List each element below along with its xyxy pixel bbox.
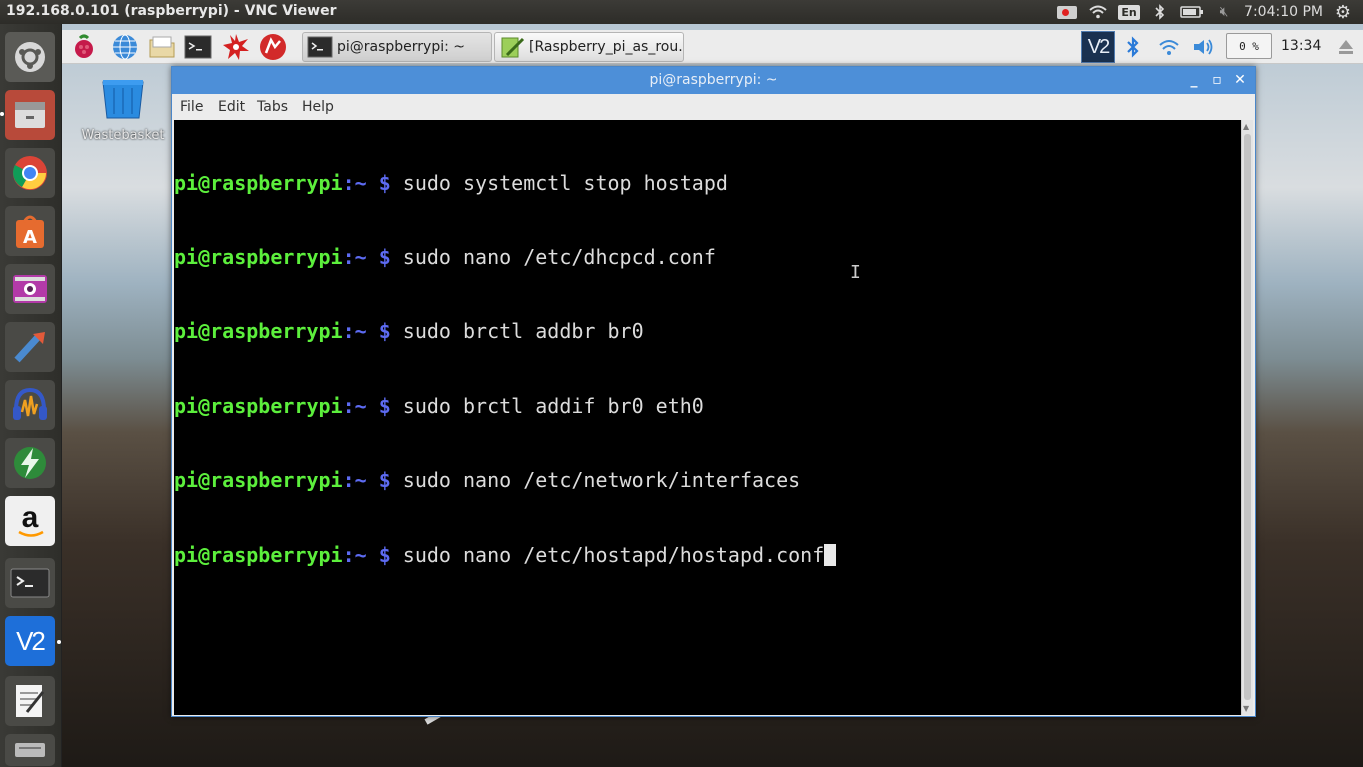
terminal-title: pi@raspberrypi: ~ xyxy=(649,72,778,88)
prompt-path: :~ $ xyxy=(342,542,403,567)
terminal-scrollbar[interactable]: ▲ ▼ xyxy=(1241,120,1253,715)
bluetooth-icon[interactable] xyxy=(1149,0,1171,24)
window-title: 192.168.0.101 (raspberrypi) - VNC Viewer xyxy=(6,3,337,19)
terminal-titlebar[interactable]: pi@raspberrypi: ~ _ ▫ ✕ xyxy=(172,67,1255,94)
chrome-icon[interactable] xyxy=(5,148,55,198)
menu-edit[interactable]: Edit xyxy=(218,99,245,115)
drive-icon[interactable] xyxy=(5,734,55,766)
host-topbar: 192.168.0.101 (raspberrypi) - VNC Viewer… xyxy=(0,0,1363,24)
terminal-menubar: File Edit Tabs Help xyxy=(172,94,1255,120)
bluetooth-icon[interactable] xyxy=(1119,33,1147,61)
tool-icon[interactable] xyxy=(5,322,55,372)
command-text: sudo systemctl stop hostapd xyxy=(402,170,728,195)
wolfram-icon[interactable] xyxy=(259,33,287,61)
text-cursor xyxy=(824,543,837,566)
settings-gear-icon[interactable]: ⚙ xyxy=(1332,0,1354,24)
maximize-button[interactable]: ▫ xyxy=(1207,70,1227,90)
task-document[interactable]: [Raspberry_pi_as_rou... xyxy=(494,32,684,62)
prompt-path: :~ $ xyxy=(342,244,403,269)
svg-text:A: A xyxy=(23,227,37,248)
prompt-user: pi@raspberrypi xyxy=(174,319,343,344)
cpu-usage-value: 0 % xyxy=(1239,39,1259,53)
prompt-path: :~ $ xyxy=(342,468,403,493)
eject-icon[interactable] xyxy=(1332,33,1360,61)
vnc-server-glyph: V2 xyxy=(1087,35,1111,58)
clock[interactable]: 7:04:10 PM xyxy=(1244,0,1323,24)
prompt-user: pi@raspberrypi xyxy=(174,393,343,418)
close-button[interactable]: ✕ xyxy=(1230,70,1250,90)
amazon-glyph: a xyxy=(21,501,39,534)
command-text: sudo nano /etc/network/interfaces xyxy=(402,468,801,493)
menu-tabs[interactable]: Tabs xyxy=(257,99,288,115)
terminal-current-line[interactable]: pi@raspberrypi:~ $ sudo nano /etc/hostap… xyxy=(174,543,1242,568)
task-terminal[interactable]: pi@raspberrypi: ~ xyxy=(302,32,492,62)
amazon-icon[interactable]: a xyxy=(5,496,55,546)
prompt-user: pi@raspberrypi xyxy=(174,542,343,567)
text-editor-icon[interactable] xyxy=(5,676,55,726)
file-manager-icon[interactable] xyxy=(148,33,176,61)
files-icon[interactable] xyxy=(5,90,55,140)
mouse-ibeam-cursor-icon: I xyxy=(850,262,861,283)
trash-icon xyxy=(102,80,144,119)
vnc-viewer-icon[interactable]: V2 xyxy=(5,616,55,666)
terminal-line: pi@raspberrypi:~ $ sudo nano /etc/networ… xyxy=(174,468,1242,493)
software-center-icon[interactable]: A xyxy=(5,206,55,256)
wifi-icon[interactable] xyxy=(1155,33,1183,61)
scroll-down-arrow-icon[interactable]: ▼ xyxy=(1243,704,1249,713)
prompt-path: :~ $ xyxy=(342,393,403,418)
task-document-label: [Raspberry_pi_as_rou... xyxy=(529,39,684,55)
command-text: sudo brctl addbr br0 xyxy=(402,319,644,344)
prompt-path: :~ $ xyxy=(342,319,403,344)
launcher-active-pip xyxy=(0,112,4,116)
vnc-glyph: V2 xyxy=(16,625,46,656)
energy-icon[interactable] xyxy=(5,438,55,488)
audacity-icon[interactable] xyxy=(5,380,55,430)
cpu-usage-monitor[interactable]: 0 % xyxy=(1226,33,1272,59)
menu-help[interactable]: Help xyxy=(302,99,334,115)
launcher-vnc-pip xyxy=(57,640,61,644)
terminal-launch-icon[interactable] xyxy=(184,33,212,61)
menu-file[interactable]: File xyxy=(180,99,203,115)
indicator-area: En 🔇︎ 7:04:10 PM ⚙ xyxy=(1056,0,1363,24)
scroll-up-arrow-icon[interactable]: ▲ xyxy=(1243,122,1249,131)
battery-icon[interactable] xyxy=(1180,0,1204,24)
wastebasket-label: Wastebasket xyxy=(81,128,165,143)
document-task-icon xyxy=(499,36,525,58)
terminal-window: pi@raspberrypi: ~ _ ▫ ✕ File Edit Tabs H… xyxy=(171,66,1256,717)
terminal-line: pi@raspberrypi:~ $ sudo brctl addif br0 … xyxy=(174,394,1242,419)
raspberry-menu-icon[interactable] xyxy=(70,33,98,61)
web-browser-icon[interactable] xyxy=(111,33,139,61)
command-text: sudo nano /etc/dhcpcd.conf xyxy=(402,244,716,269)
wifi-icon[interactable] xyxy=(1087,0,1109,24)
terminal-task-icon xyxy=(307,36,333,58)
volume-muted-icon[interactable]: 🔇︎ xyxy=(1213,0,1235,24)
prompt-user: pi@raspberrypi xyxy=(174,468,343,493)
pi-clock[interactable]: 13:34 xyxy=(1281,38,1321,54)
scroll-thumb[interactable] xyxy=(1244,134,1251,700)
keyboard-icon[interactable]: En xyxy=(1118,0,1140,24)
terminal-output[interactable]: pi@raspberrypi:~ $ sudo systemctl stop h… xyxy=(174,120,1242,715)
terminal-icon[interactable] xyxy=(5,558,55,608)
math-kernel-icon[interactable] xyxy=(222,33,250,61)
ubuntu-dash-icon[interactable] xyxy=(5,32,55,82)
task-terminal-label: pi@raspberrypi: ~ xyxy=(337,39,466,55)
wastebasket-desktop-icon[interactable]: Wastebasket xyxy=(78,78,168,143)
launcher: A a V2 xyxy=(0,24,62,767)
prompt-user: pi@raspberrypi xyxy=(174,244,343,269)
record-icon[interactable] xyxy=(1056,0,1078,24)
vnc-server-icon[interactable]: V2 xyxy=(1081,31,1115,63)
prompt-user: pi@raspberrypi xyxy=(174,170,343,195)
webcam-icon[interactable] xyxy=(5,264,55,314)
volume-icon[interactable] xyxy=(1190,33,1218,61)
minimize-button[interactable]: _ xyxy=(1184,70,1204,90)
terminal-line: pi@raspberrypi:~ $ sudo nano /etc/dhcpcd… xyxy=(174,245,1242,270)
prompt-path: :~ $ xyxy=(342,170,403,195)
pi-taskbar: pi@raspberrypi: ~ [Raspberry_pi_as_rou..… xyxy=(62,30,1363,64)
terminal-line: pi@raspberrypi:~ $ sudo brctl addbr br0 xyxy=(174,319,1242,344)
command-input[interactable]: sudo nano /etc/hostapd/hostapd.conf xyxy=(403,543,824,567)
terminal-line: pi@raspberrypi:~ $ sudo systemctl stop h… xyxy=(174,171,1242,196)
command-text: sudo brctl addif br0 eth0 xyxy=(402,393,704,418)
